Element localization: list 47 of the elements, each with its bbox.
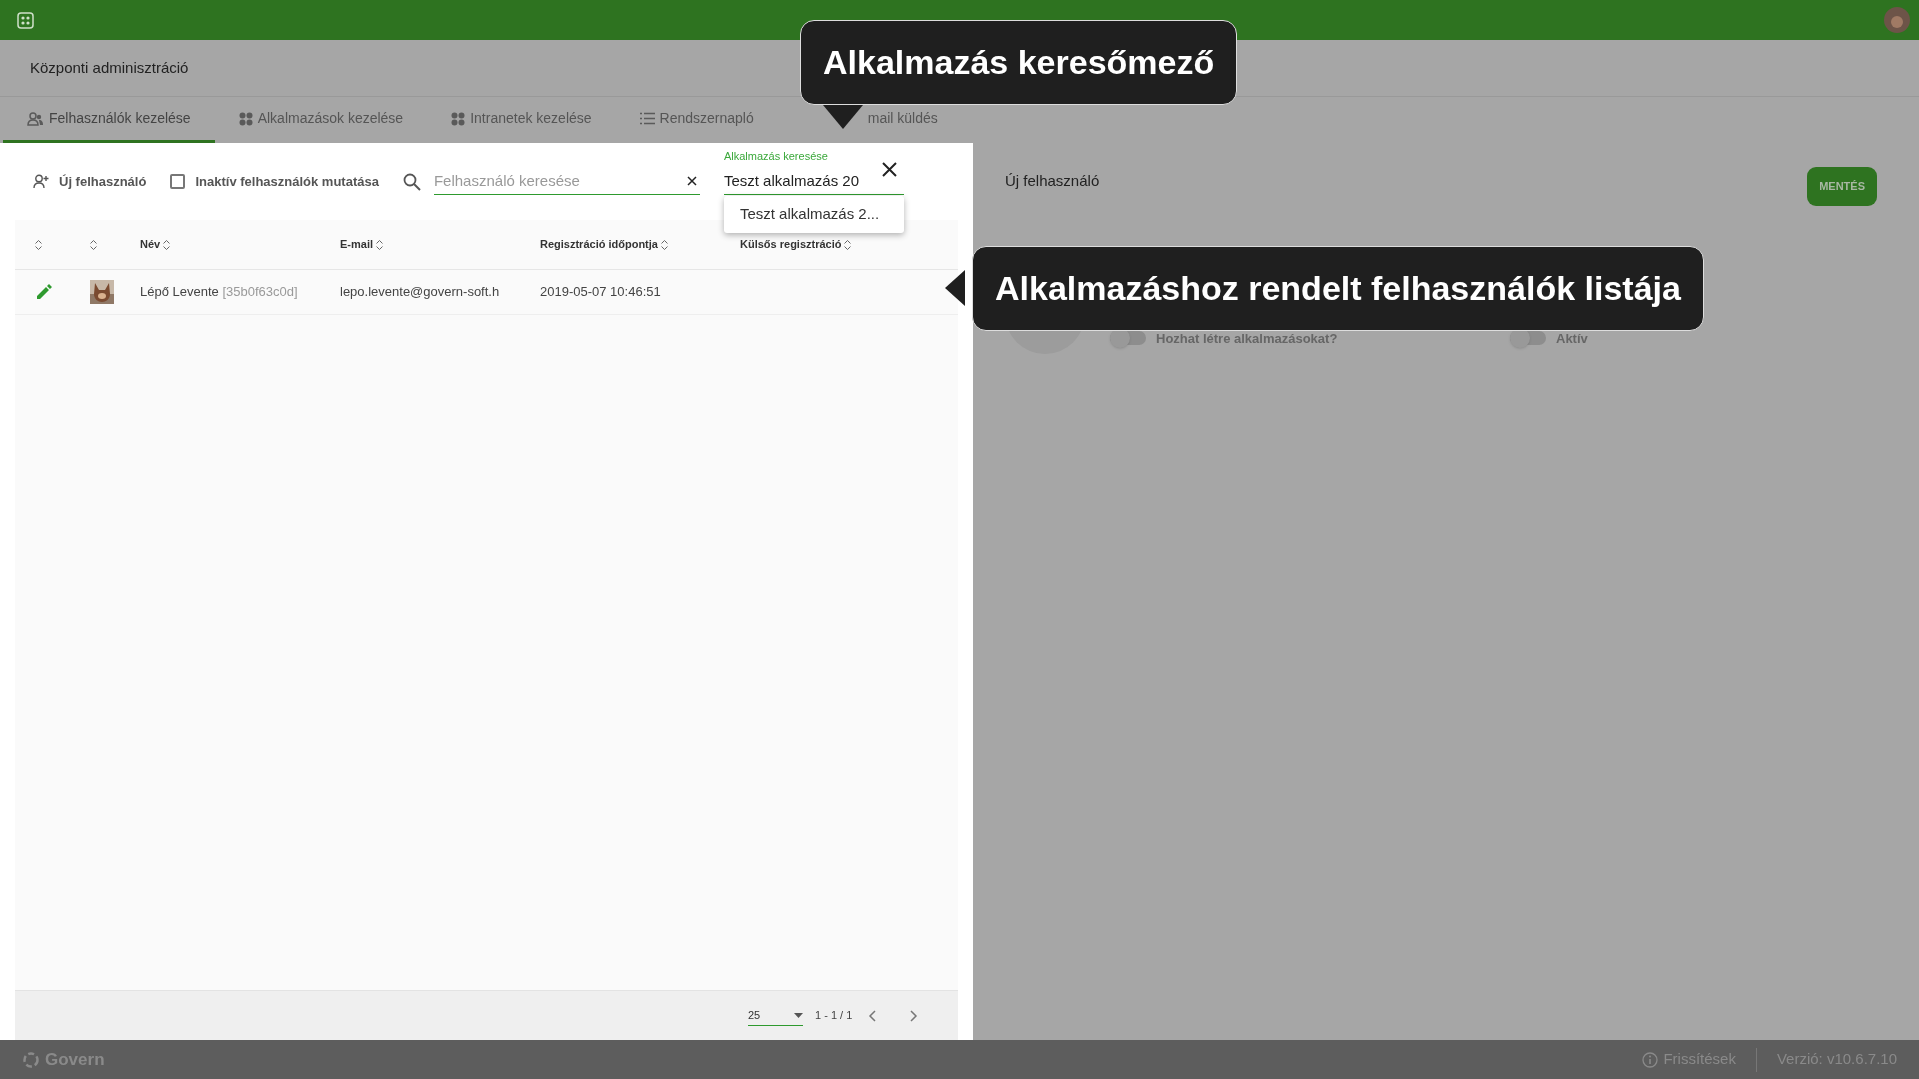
toggle-label: Hozhat létre alkalmazásokat? [1156, 329, 1338, 348]
toggle-switch[interactable] [1510, 331, 1546, 346]
list-icon [639, 112, 655, 125]
column-header[interactable]: E-mail [340, 236, 383, 253]
page-size-select[interactable]: 25 [748, 1005, 803, 1026]
checkbox[interactable] [170, 174, 186, 189]
column-header[interactable]: Külsős regisztráció [740, 236, 852, 253]
search-field[interactable]: Felhasználó keresése [433, 169, 687, 193]
sort-icon [844, 239, 852, 250]
apps-icon[interactable] [17, 11, 34, 29]
previous-icon[interactable] [868, 1009, 877, 1022]
caret-icon [794, 1012, 803, 1018]
clear-icon[interactable] [686, 176, 697, 186]
table-cell-text: lepo.levente@govern-soft.h [340, 283, 501, 302]
sort-icon [660, 239, 668, 250]
panel-title: Új felhasználó [1005, 171, 1100, 191]
next-icon[interactable] [910, 1009, 919, 1022]
apps-icon [451, 111, 466, 126]
sort-icon[interactable] [35, 239, 42, 250]
table-cell-text: 2019-05-07 10:46:51 [540, 283, 662, 302]
new-user-button[interactable]: Új felhasználó [33, 171, 147, 192]
field-label: Alkalmazás keresése [723, 150, 829, 162]
user-name: Lépő Levente [35b0f63c0d] [140, 283, 299, 302]
edit-icon[interactable] [35, 283, 53, 301]
page-title: Központi adminisztráció [30, 57, 189, 78]
callout-tooltip: Alkalmazáshoz rendelt felhasználók listája [972, 246, 1704, 331]
page-range: 1 - 1 / 1 [815, 1008, 853, 1024]
app-search-field[interactable]: Teszt alkalmazás 20 [723, 169, 879, 192]
toggle-switch[interactable] [1110, 331, 1146, 346]
close-icon[interactable] [881, 162, 897, 177]
column-header[interactable]: Név [140, 236, 171, 253]
tooltip-pointer [945, 270, 965, 306]
callout-tooltip: Alkalmazás keresőmező [800, 20, 1238, 105]
suggestion-item[interactable]: Teszt alkalmazás 2... [723, 196, 904, 233]
toggle-label: Aktív [1556, 329, 1588, 348]
sort-icon[interactable] [90, 239, 97, 250]
logo-icon [22, 1050, 40, 1069]
users-icon [27, 111, 44, 126]
apps-icon [238, 111, 253, 126]
sort-icon [376, 239, 383, 250]
checkbox-label: Inaktív felhasználók mutatása [195, 172, 379, 191]
column-header[interactable]: Regisztráció időpontja [540, 236, 668, 253]
tooltip-pointer [823, 105, 863, 129]
search-icon [402, 172, 421, 191]
sort-icon [163, 239, 171, 250]
info-icon [1642, 1051, 1659, 1068]
person-add-icon [33, 174, 49, 189]
